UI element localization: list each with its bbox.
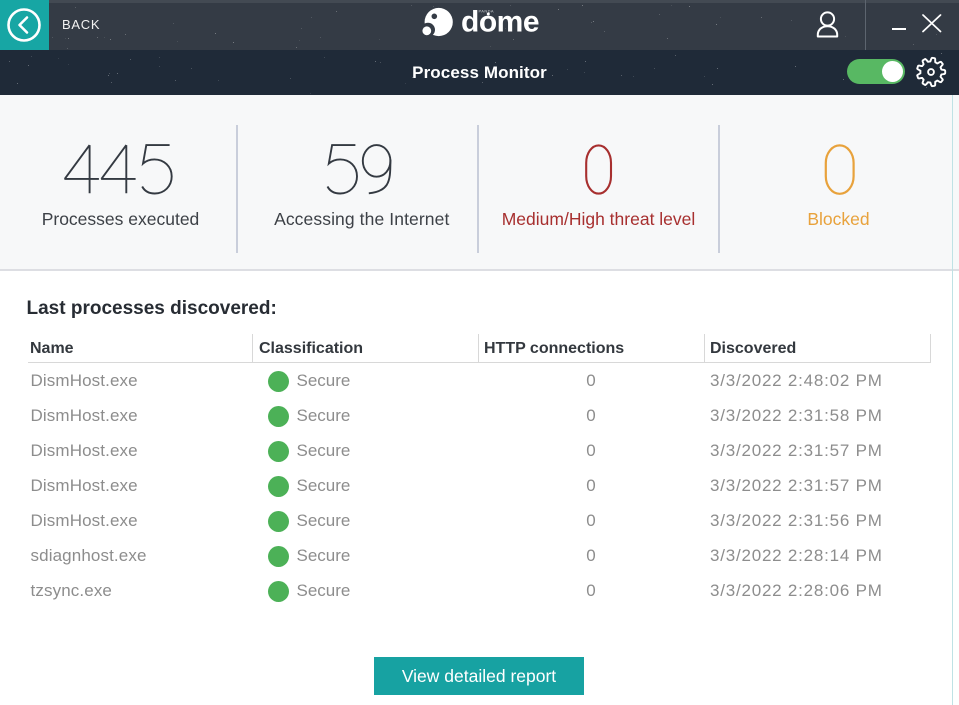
- svg-text:dome: dome: [461, 6, 539, 39]
